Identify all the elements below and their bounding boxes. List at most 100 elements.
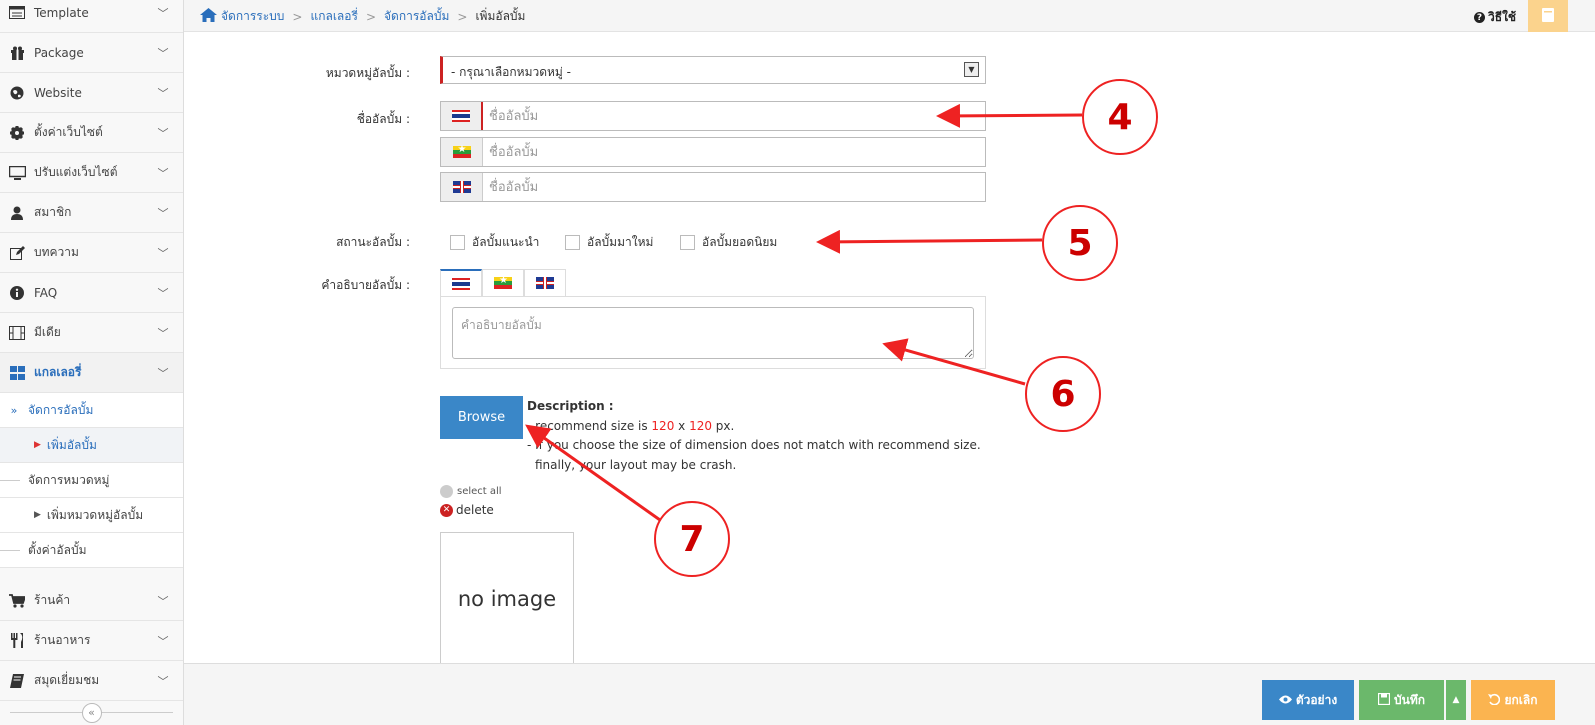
album-desc-label: คำอธิบายอัลบั้ม : (321, 278, 410, 292)
sidebar-subitem-add-category[interactable]: ▶ เพิ่มหมวดหมู่อัลบั้ม (0, 498, 183, 533)
sidebar-item-label: บทความ (34, 245, 79, 259)
help-label: วิธีใช้ (1488, 10, 1517, 24)
sidebar: Template ﹀ Package ﹀ Website ﹀ ตั้งค่าเว… (0, 0, 184, 725)
chevron-down-icon: ﹀ (157, 126, 169, 140)
recommend-width: 120 (651, 418, 675, 433)
bottom-action-bar: ตัวอย่าง บันทึก ▲ ยกเลิก (184, 663, 1595, 725)
breadcrumb-home[interactable]: จัดการระบบ (221, 7, 284, 26)
gift-icon (0, 46, 34, 60)
sidebar-item-site-settings[interactable]: ตั้งค่าเว็บไซต์ ﹀ (0, 113, 183, 153)
checkbox[interactable] (450, 235, 465, 250)
globe-icon (0, 86, 34, 100)
collapse-sidebar-button[interactable]: « (81, 702, 102, 723)
sidebar-item-members[interactable]: สมาชิก ﹀ (0, 193, 183, 233)
notebook-button[interactable] (1528, 0, 1568, 32)
monitor-icon (0, 165, 34, 180)
sidebar-subitem-manage-albums[interactable]: » จัดการอัลบั้ม (0, 393, 183, 428)
sidebar-item-package[interactable]: Package ﹀ (0, 33, 183, 73)
upload-warning-line: finally, your layout may be crash. (535, 457, 737, 472)
chevron-down-icon: ﹀ (157, 246, 169, 260)
chevron-down-icon: ﹀ (157, 166, 169, 180)
sidebar-item-label: ปรับแต่งเว็บไซต์ (34, 165, 118, 179)
annotation-arrow-5 (816, 229, 1043, 254)
annotation-callout-7: 7 (654, 501, 730, 577)
sidebar-item-label: Website (34, 85, 82, 100)
help-link[interactable]: ? วิธีใช้ (1474, 8, 1516, 27)
chevron-down-icon: ﹀ (157, 286, 169, 300)
sidebar-subitem-add-album[interactable]: ▶ เพิ่มอัลบั้ม (0, 428, 183, 463)
sidebar-item-label: มีเดีย (34, 325, 61, 339)
chevron-down-icon: ﹀ (157, 326, 169, 340)
sidebar-item-gallery[interactable]: แกลเลอรี่ ﹀ (0, 353, 183, 393)
chevron-down-icon: ﹀ (157, 206, 169, 220)
user-icon (0, 206, 34, 220)
browse-button[interactable]: Browse (440, 396, 523, 439)
upload-description-title: Description : (527, 399, 614, 413)
cancel-button[interactable]: ยกเลิก (1471, 680, 1555, 720)
album-name-en-input[interactable] (483, 173, 985, 201)
album-description-textarea[interactable] (452, 307, 974, 359)
save-button[interactable]: บันทึก (1359, 680, 1444, 720)
home-icon[interactable] (200, 8, 217, 25)
chevron-down-icon: ﹀ (157, 366, 169, 380)
sidebar-item-faq[interactable]: FAQ ﹀ (0, 273, 183, 313)
album-name-th-field (440, 101, 986, 131)
thai-flag-icon (452, 110, 470, 122)
status-recommended-checkbox[interactable]: อัลบั้มแนะนำ (450, 233, 539, 252)
checkbox-label: อัลบั้มแนะนำ (472, 235, 540, 249)
checkbox-label: อัลบั้มมาใหม่ (587, 235, 654, 249)
delete-link[interactable]: ✕ delete (440, 503, 494, 517)
upload-warning-line: - If you choose the size of dimension do… (527, 438, 981, 452)
checkbox[interactable] (565, 235, 580, 250)
sidebar-subitem-manage-categories[interactable]: จัดการหมวดหมู่ (0, 463, 183, 498)
sidebar-item-label: ร้านค้า (34, 593, 71, 607)
chevron-down-icon: ﹀ (157, 634, 169, 648)
album-name-mm-field (440, 137, 986, 167)
category-select[interactable]: - กรุณาเลือกหมวดหมู่ - ▼ (440, 56, 986, 84)
sidebar-subitem-album-settings[interactable]: ตั้งค่าอัลบั้ม (0, 533, 183, 568)
tab-mm[interactable] (482, 269, 524, 296)
preview-button[interactable]: ตัวอย่าง (1262, 680, 1354, 720)
tab-en[interactable] (524, 269, 566, 296)
sidebar-item-restaurant[interactable]: ร้านอาหาร ﹀ (0, 621, 183, 661)
album-name-th-input[interactable] (483, 102, 985, 130)
sidebar-item-shop[interactable]: ร้านค้า ﹀ (0, 581, 183, 621)
book-icon (0, 673, 34, 688)
status-popular-checkbox[interactable]: อัลบั้มยอดนิยม (680, 233, 777, 252)
status-new-checkbox[interactable]: อัลบั้มมาใหม่ (565, 233, 653, 252)
annotation-callout-5: 5 (1042, 205, 1118, 281)
recommend-x: x (674, 418, 690, 433)
caret-right-icon: ▶ (34, 510, 41, 520)
preview-label: ตัวอย่าง (1295, 692, 1338, 707)
myanmar-flag-icon (452, 144, 471, 158)
dropdown-arrow-icon: ▼ (964, 62, 979, 77)
breadcrumb-separator: > (457, 9, 468, 24)
select-all-toggle[interactable]: select all (440, 485, 502, 498)
breadcrumb: จัดการระบบ > แกลเลอรี่ > จัดการอัลบั้ม >… (200, 7, 525, 26)
chevron-down-icon: ﹀ (157, 594, 169, 608)
sidebar-item-label: FAQ (34, 285, 58, 300)
chevron-down-icon: ﹀ (157, 46, 169, 60)
utensils-icon (0, 633, 34, 648)
checkbox[interactable] (680, 235, 695, 250)
delete-circle-icon: ✕ (440, 503, 453, 517)
sidebar-item-articles[interactable]: บทความ ﹀ (0, 233, 183, 273)
chevron-down-icon: ﹀ (157, 674, 169, 688)
sidebar-item-customize[interactable]: ปรับแต่งเว็บไซต์ ﹀ (0, 153, 183, 193)
sidebar-item-media[interactable]: มีเดีย ﹀ (0, 313, 183, 353)
tab-th[interactable] (440, 269, 482, 296)
sidebar-item-website[interactable]: Website ﹀ (0, 73, 183, 113)
upload-recommend-size: - recommend size is 120 x 120 px. (527, 417, 981, 437)
album-name-mm-input[interactable] (483, 138, 985, 166)
sidebar-item-guestbook[interactable]: สมุดเยี่ยมชม ﹀ (0, 661, 183, 701)
breadcrumb-manage-albums[interactable]: จัดการอัลบั้ม (384, 7, 449, 26)
language-th (441, 102, 483, 130)
chevron-down-icon: ﹀ (157, 86, 169, 100)
sidebar-subitem-label: จัดการหมวดหมู่ (28, 472, 110, 487)
save-options-button[interactable]: ▲ (1446, 680, 1466, 720)
language-en (441, 173, 483, 201)
annotation-callout-6: 6 (1025, 356, 1101, 432)
uk-flag-icon (536, 277, 554, 289)
sidebar-item-template[interactable]: Template ﹀ (0, 0, 183, 33)
breadcrumb-gallery[interactable]: แกลเลอรี่ (310, 7, 357, 26)
